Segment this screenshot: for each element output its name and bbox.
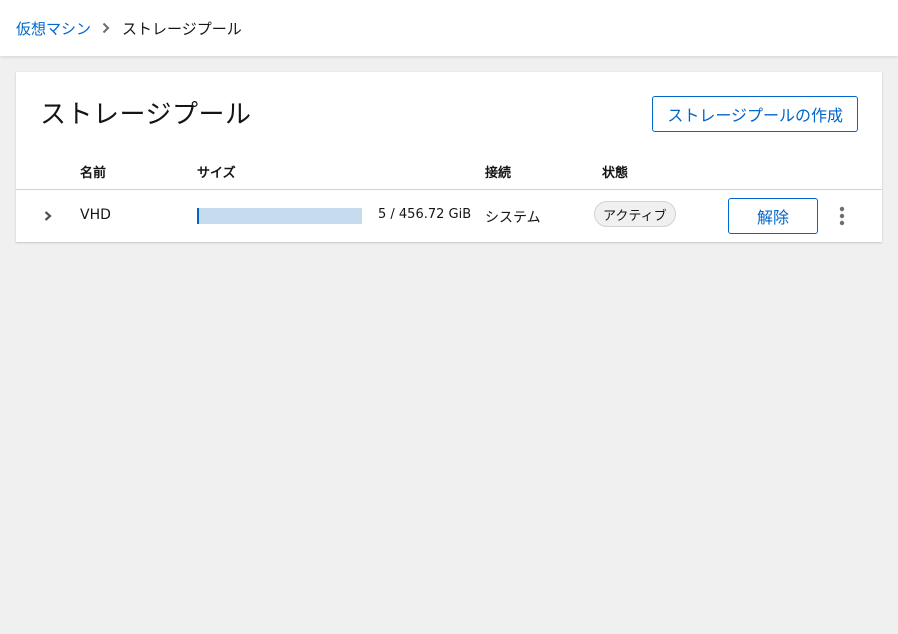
pool-name: VHD: [80, 207, 111, 223]
kebab-menu-icon[interactable]: [834, 204, 850, 228]
column-header-size[interactable]: サイズ: [197, 162, 236, 181]
breadcrumb-current: ストレージプール: [122, 19, 242, 38]
breadcrumb-parent-link[interactable]: 仮想マシン: [16, 18, 91, 39]
chevron-right-icon: [102, 22, 110, 34]
create-storage-pool-button[interactable]: ストレージプールの作成: [652, 96, 858, 132]
chevron-right-icon[interactable]: [40, 208, 56, 224]
size-usage-fill: [197, 208, 199, 224]
table-row: VHD 5 / 456.72 GiB システム アクティブ 解除: [16, 190, 882, 242]
connection-value: システム: [485, 210, 541, 226]
deactivate-button[interactable]: 解除: [728, 198, 818, 234]
page-title: ストレージプール: [40, 100, 252, 130]
top-bar: 仮想マシン ストレージプール: [0, 0, 898, 56]
size-text: 5 / 456.72 GiB: [378, 207, 472, 222]
size-usage-bar: [197, 208, 362, 224]
column-header-status[interactable]: 状態: [602, 162, 628, 181]
column-header-name[interactable]: 名前: [80, 162, 106, 181]
column-header-connection[interactable]: 接続: [485, 162, 511, 181]
status-badge: アクティブ: [594, 201, 676, 227]
storage-pools-card: ストレージプール ストレージプールの作成 名前 サイズ 接続 状態 VHD 5 …: [16, 72, 882, 242]
